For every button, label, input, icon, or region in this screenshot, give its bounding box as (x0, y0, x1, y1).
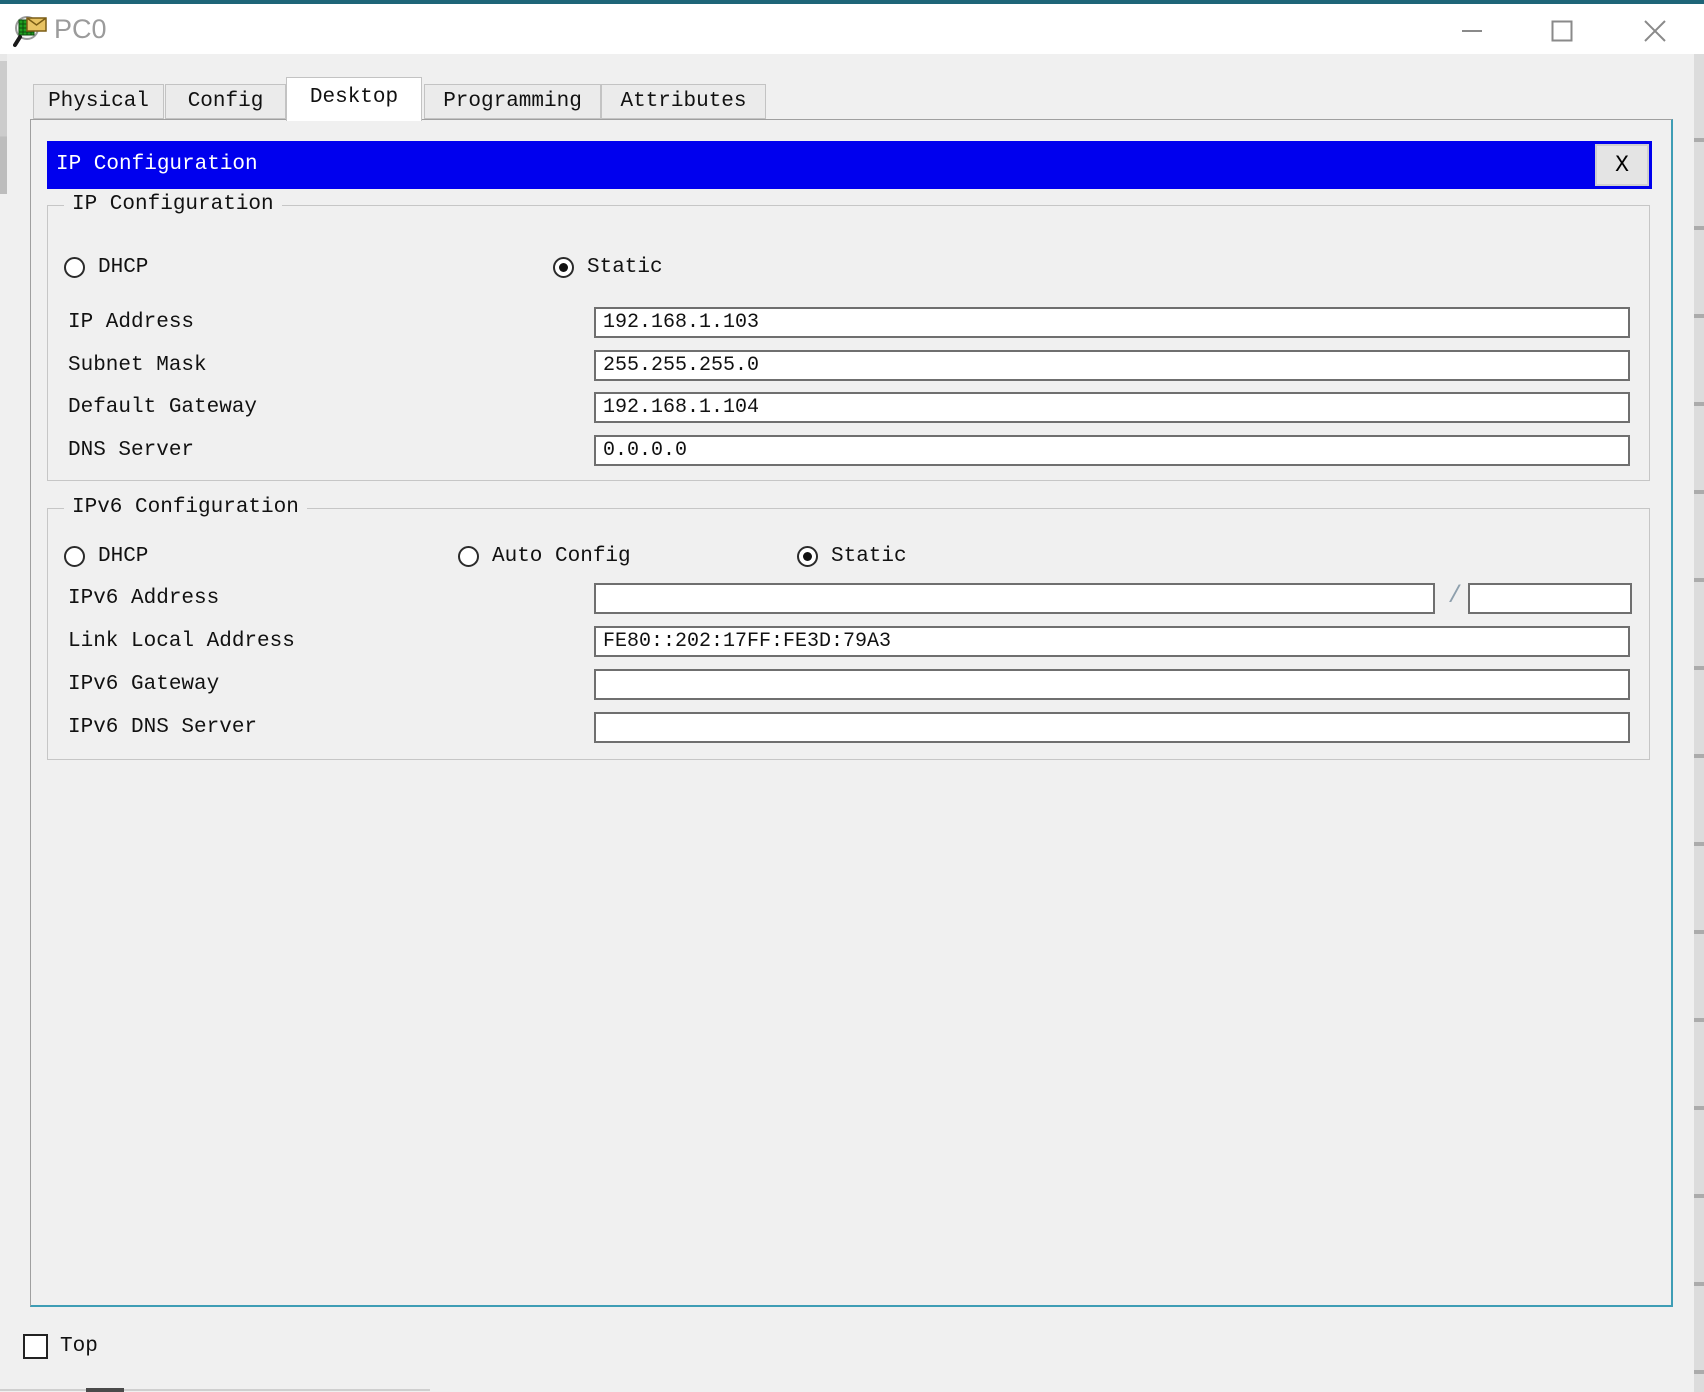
ip-address-input[interactable] (594, 307, 1630, 338)
link-local-address-label: Link Local Address (68, 630, 295, 653)
tab-programming[interactable]: Programming (424, 84, 601, 119)
ipv6-gateway-input[interactable] (594, 669, 1630, 700)
ipv6-dhcp-radio-label: DHCP (98, 545, 149, 568)
window-title: PC0 (54, 14, 107, 44)
background-edge-mark (86, 1388, 124, 1392)
ipv6-dns-server-label: IPv6 DNS Server (68, 716, 258, 739)
default-gateway-input[interactable] (594, 392, 1630, 423)
ipv6-dhcp-radio[interactable] (64, 546, 85, 567)
tab-desktop[interactable]: Desktop (286, 77, 422, 121)
packet-tracer-envelope-magnifier-icon (13, 12, 49, 50)
ipv4-static-radio[interactable] (553, 257, 574, 278)
ipv4-dhcp-radio[interactable] (64, 257, 85, 278)
background-scrollbar-sliver-right (1694, 54, 1704, 1392)
minimize-icon[interactable] (1444, 8, 1500, 54)
tab-attributes[interactable]: Attributes (601, 84, 766, 119)
ipv6-static-radio[interactable] (797, 546, 818, 567)
ip-address-label: IP Address (68, 311, 195, 334)
dns-server-label: DNS Server (68, 439, 195, 462)
ipv6-auto-config-radio-label: Auto Config (492, 545, 631, 568)
top-checkbox-label: Top (60, 1335, 98, 1358)
ipv4-static-radio-label: Static (587, 256, 663, 279)
subnet-mask-input[interactable] (594, 350, 1630, 381)
ip-configuration-title: IP Configuration (56, 153, 258, 176)
link-local-address-input[interactable] (594, 626, 1630, 657)
ipv6-static-radio-label: Static (831, 545, 907, 568)
ipv6-dns-server-input[interactable] (594, 712, 1630, 743)
ipv6-address-label: IPv6 Address (68, 587, 220, 610)
ipv6-gateway-label: IPv6 Gateway (68, 673, 220, 696)
top-checkbox[interactable] (23, 1334, 48, 1359)
default-gateway-label: Default Gateway (68, 396, 258, 419)
background-edge-bottom (0, 1389, 430, 1391)
ipv6-auto-config-radio[interactable] (458, 546, 479, 567)
ipv6-configuration-group-legend: IPv6 Configuration (64, 496, 307, 519)
tab-config[interactable]: Config (165, 84, 286, 119)
ipv6-address-input[interactable] (594, 583, 1435, 614)
ipv4-dhcp-radio-label: DHCP (98, 256, 149, 279)
ipv6-prefix-separator: / (1447, 583, 1463, 610)
ip-configuration-titlebar: IP Configuration X (47, 141, 1652, 189)
tab-physical[interactable]: Physical (33, 84, 164, 119)
ip-configuration-close-button[interactable]: X (1595, 144, 1649, 186)
subnet-mask-label: Subnet Mask (68, 354, 207, 377)
ip-configuration-group-legend: IP Configuration (64, 193, 282, 216)
window-titlebar: PC0 (0, 0, 1704, 54)
pc0-dialog-window: PC0 Physical Config Desktop Programming … (0, 0, 1704, 1392)
close-icon[interactable] (1627, 8, 1683, 54)
dns-server-input[interactable] (594, 435, 1630, 466)
maximize-icon[interactable] (1534, 8, 1590, 54)
ipv6-prefix-input[interactable] (1468, 583, 1632, 614)
